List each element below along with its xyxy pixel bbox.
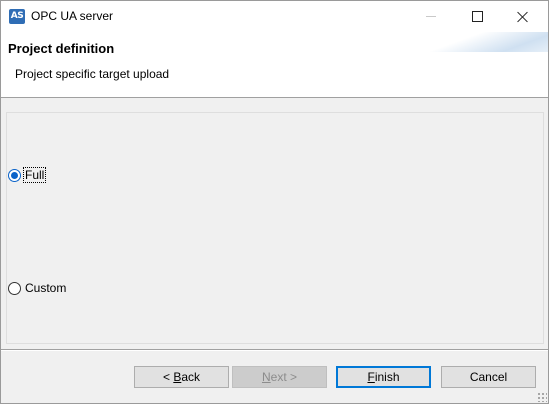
back-label-prefix: < [162, 370, 174, 384]
title-bar[interactable]: AS OPC UA server [1, 1, 548, 32]
cancel-button[interactable]: Cancel [441, 366, 536, 388]
close-button[interactable] [500, 1, 546, 32]
custom-radio[interactable] [8, 281, 21, 295]
maximize-icon [471, 11, 483, 22]
close-icon [517, 11, 529, 23]
page-title: Project definition [8, 41, 115, 56]
button-bar-separator [1, 349, 548, 351]
full-radio[interactable] [8, 168, 21, 182]
resize-grip[interactable] [537, 392, 547, 402]
maximize-button[interactable] [454, 1, 500, 32]
option-full[interactable]: Full [8, 167, 47, 183]
next-label-rest: ext > [270, 370, 298, 384]
custom-label[interactable]: Custom [24, 281, 67, 295]
minimize-icon [426, 16, 436, 17]
back-label-mnemonic: B [173, 370, 182, 384]
header-banner-graphic [418, 32, 548, 52]
app-icon: AS [9, 9, 25, 24]
next-button[interactable]: Next > [232, 366, 327, 388]
window-title: OPC UA server [31, 9, 114, 23]
content-panel: Full Custom [6, 112, 544, 344]
wizard-header: Project definition Project specific targ… [1, 32, 548, 98]
next-label-mnemonic: N [261, 370, 271, 384]
cancel-label: Cancel [469, 370, 508, 384]
wizard-window: AS OPC UA server Project definition Proj… [0, 0, 549, 404]
minimize-button[interactable] [408, 1, 454, 32]
option-custom[interactable]: Custom [8, 281, 67, 295]
back-label-rest: ack [181, 370, 201, 384]
finish-label-rest: inish [374, 370, 400, 384]
finish-label-mnemonic: F [367, 370, 375, 384]
back-button[interactable]: < Back [134, 366, 229, 388]
finish-button[interactable]: Finish [336, 366, 431, 388]
full-label[interactable]: Full [22, 167, 47, 183]
page-description: Project specific target upload [15, 67, 170, 81]
